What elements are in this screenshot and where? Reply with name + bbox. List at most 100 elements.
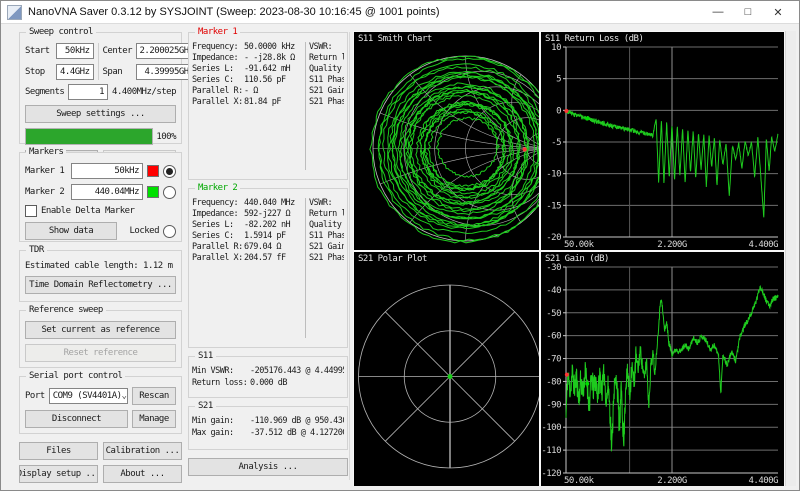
minimize-icon[interactable]: — [703, 6, 733, 18]
field-label: Parallel X: [192, 97, 244, 107]
reference-sweep-title: Reference sweep [26, 305, 106, 315]
field-value: - -j28.8k Ω [244, 53, 295, 63]
sweep-control-title: Sweep control [26, 27, 96, 37]
stop-label: Stop [25, 67, 53, 77]
serial-port-group: Serial port control Port COM9 (SV4401A) … [19, 376, 182, 434]
port-select[interactable]: COM9 (SV4401A) ⌄ [49, 388, 128, 404]
svg-text:10: 10 [551, 43, 561, 53]
svg-text:-15: -15 [546, 201, 561, 211]
delta-marker-label: Enable Delta Marker [41, 206, 134, 216]
port-value: COM9 (SV4401A) [53, 391, 122, 401]
field-value: -91.642 mH [244, 64, 290, 74]
polar-plot-chart[interactable]: S21 Polar Plot [354, 252, 539, 486]
smith-chart-title: S11 Smith Chart [358, 34, 432, 44]
tdr-group: TDR Estimated cable length: 1.12 m Time … [19, 250, 182, 302]
progress-fill [26, 129, 152, 144]
files-button[interactable]: Files [19, 442, 98, 460]
segments-input[interactable]: 1 [68, 84, 108, 100]
stat-label: Max gain: [192, 428, 250, 438]
app-window: NanoVNA Saver 0.3.12 by SYSJOINT (Sweep:… [0, 0, 800, 491]
field-label: S21 Gain: [309, 86, 344, 96]
analysis-button[interactable]: Analysis ... [188, 458, 348, 476]
marker2-color-swatch[interactable] [147, 186, 159, 198]
marker2-radio[interactable] [163, 186, 176, 199]
svg-text:-5: -5 [551, 138, 561, 148]
field-label: S11 Phase: [309, 75, 344, 85]
stat-value: -37.512 dB @ 4.12720GHz [250, 428, 344, 438]
marker2-data-right: VSWR: Return los Quality fa S11 Phase: S… [309, 198, 344, 338]
stat-value: 0.000 dB [250, 378, 287, 388]
stop-input[interactable]: 4.4GHz [56, 64, 94, 80]
polar-plot-title: S21 Polar Plot [358, 254, 427, 264]
stat-value: -110.969 dB @ 950.430MHz [250, 416, 344, 426]
app-icon [7, 5, 22, 20]
set-reference-button[interactable]: Set current as reference [25, 321, 176, 339]
svg-text:-120: -120 [541, 469, 561, 479]
svg-text:-10: -10 [546, 170, 561, 180]
smith-chart[interactable]: S11 Smith Chart [354, 32, 539, 250]
field-value: 592-j227 Ω [244, 209, 290, 219]
marker2-data-group: Marker 2 Frequency:440.040 MHz Impedance… [188, 188, 348, 348]
s21-stats-group: S21 Min gain:-110.969 dB @ 950.430MHz Ma… [188, 406, 348, 450]
tdr-button[interactable]: Time Domain Reflectometry ... [25, 276, 176, 294]
stat-value: -205176.443 @ 4.44995MHz [250, 366, 344, 376]
stat-label: Min VSWR: [192, 366, 250, 376]
marker1-radio[interactable] [163, 165, 176, 178]
svg-text:-90: -90 [546, 400, 561, 410]
svg-text:4.400G: 4.400G [748, 240, 778, 250]
svg-text:5: 5 [556, 75, 561, 85]
center-label: Center [103, 46, 133, 56]
s21-stats-title: S21 [195, 401, 216, 411]
tdr-title: TDR [26, 245, 47, 255]
marker1-label: Marker 1 [25, 166, 67, 176]
step-text: 4.400MHz/step [112, 87, 176, 97]
svg-text:50.00k: 50.00k [564, 476, 595, 486]
progress-bar [25, 128, 153, 145]
field-label: S21 Gain: [309, 242, 344, 252]
field-label: VSWR: [309, 198, 344, 208]
column-divider [305, 42, 306, 170]
markers-group: Markers Marker 1 50kHz Marker 2 440.04MH… [19, 152, 182, 242]
gain-chart[interactable]: S21 Gain (dB) -30-40-50-60-70-80-90-100-… [541, 252, 784, 486]
about-button[interactable]: About ... [103, 465, 182, 483]
sweep-progress: 100% [25, 128, 176, 145]
field-label: Quality fa [309, 64, 344, 74]
start-input[interactable]: 50kHz [56, 43, 94, 59]
locked-radio[interactable] [163, 225, 176, 238]
marker2-data-title: Marker 2 [195, 183, 240, 193]
marker1-data-title: Marker 1 [195, 27, 240, 37]
svg-text:-20: -20 [546, 233, 561, 243]
display-setup-button[interactable]: Display setup ... [19, 465, 98, 483]
field-value: 110.56 pF [244, 75, 286, 85]
svg-text:-60: -60 [546, 332, 561, 342]
svg-text:-30: -30 [546, 263, 561, 273]
reference-sweep-group: Reference sweep Set current as reference… [19, 310, 182, 368]
return-loss-chart[interactable]: S11 Return Loss (dB) 1050-5-10-15-2050.0… [541, 32, 784, 250]
delta-marker-checkbox[interactable] [25, 205, 37, 217]
rescan-button[interactable]: Rescan [132, 387, 176, 405]
field-label: Parallel R: [192, 242, 244, 252]
charts-scrollbar[interactable] [785, 31, 796, 486]
show-data-button[interactable]: Show data [25, 222, 117, 240]
field-value: 679.04 Ω [244, 242, 281, 252]
charts-area: S11 Smith Chart S11 Return Loss (dB) 105… [353, 31, 796, 486]
disconnect-button[interactable]: Disconnect [25, 410, 128, 428]
marker1-data-right: VSWR: Return los Quality fa S11 Phase: S… [309, 42, 344, 170]
port-label: Port [25, 391, 45, 401]
sweep-settings-button[interactable]: Sweep settings ... [25, 105, 176, 123]
serial-port-title: Serial port control [26, 371, 125, 381]
marker1-input[interactable]: 50kHz [71, 163, 143, 179]
segments-label: Segments [25, 87, 64, 97]
maximize-icon[interactable]: □ [733, 6, 763, 18]
cable-length-text: Estimated cable length: 1.12 m [25, 261, 173, 271]
calibration-button[interactable]: Calibration ... [103, 442, 182, 460]
marker2-input[interactable]: 440.04MHz [71, 184, 143, 200]
s11-stats-group: S11 Min VSWR:-205176.443 @ 4.44995MHz Re… [188, 356, 348, 398]
manage-button[interactable]: Manage [132, 410, 176, 428]
marker1-color-swatch[interactable] [147, 165, 159, 177]
chevron-down-icon: ⌄ [122, 391, 127, 401]
field-value: 50.0000 kHz [244, 42, 295, 52]
reset-reference-button[interactable]: Reset reference [25, 344, 176, 362]
stat-label: Return loss: [192, 378, 250, 388]
close-icon[interactable]: ✕ [763, 6, 793, 19]
